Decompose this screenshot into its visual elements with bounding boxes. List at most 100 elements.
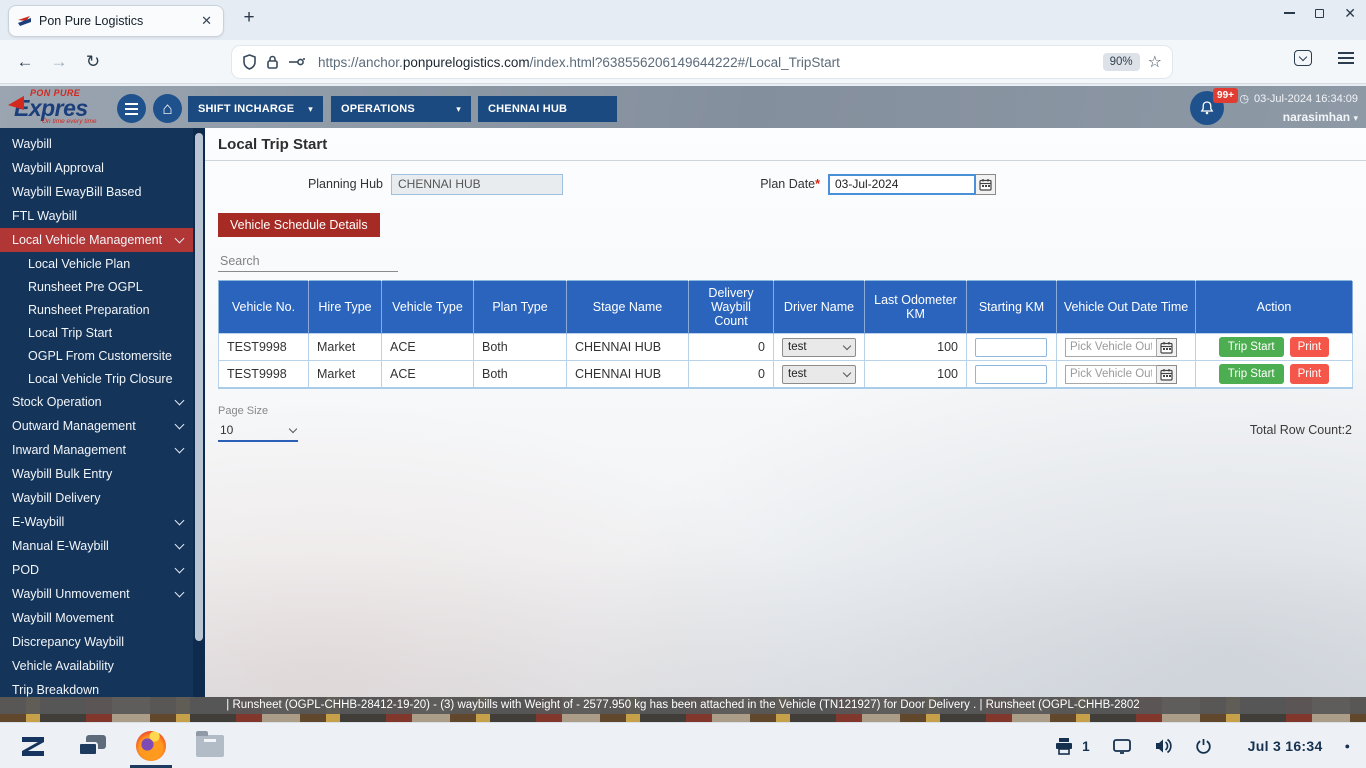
driver-select[interactable]: test bbox=[782, 365, 856, 384]
window-close-icon[interactable]: ✕ bbox=[1344, 8, 1356, 18]
driver-select[interactable]: test bbox=[782, 338, 856, 357]
url-bar[interactable]: https://anchor.ponpurelogistics.com/inde… bbox=[232, 46, 1172, 78]
sidebar-item-outward-management[interactable]: Outward Management bbox=[0, 414, 193, 438]
sidebar-item-discrepancy-waybill[interactable]: Discrepancy Waybill bbox=[0, 630, 193, 654]
sidebar-item-local-trip-start[interactable]: Local Trip Start bbox=[0, 321, 193, 344]
vehicle-out-datetime-input[interactable] bbox=[1065, 365, 1157, 384]
sidebar-item-local-vehicle-management[interactable]: Local Vehicle Management bbox=[0, 228, 193, 252]
sidebar-item-runsheet-pre-ogpl[interactable]: Runsheet Pre OGPL bbox=[0, 275, 193, 298]
sidebar-item-runsheet-preparation[interactable]: Runsheet Preparation bbox=[0, 298, 193, 321]
col-delivery-waybill-count: Delivery Waybill Count bbox=[689, 281, 774, 334]
bookmark-star-icon[interactable]: ☆ bbox=[1148, 52, 1162, 72]
window-minimize-icon[interactable] bbox=[1284, 12, 1295, 14]
trip-start-button[interactable]: Trip Start bbox=[1219, 337, 1284, 357]
sidebar-scrollbar-thumb[interactable] bbox=[195, 133, 203, 641]
sidebar-scrollbar[interactable] bbox=[193, 128, 205, 697]
favicon-pon-pure-icon bbox=[17, 14, 32, 29]
display-icon[interactable] bbox=[1112, 738, 1132, 754]
sidebar-item-ftl-waybill[interactable]: FTL Waybill bbox=[0, 204, 193, 228]
role-dropdown[interactable]: SHIFT INCHARGE▾ bbox=[188, 96, 323, 122]
starting-km-input[interactable] bbox=[975, 338, 1047, 357]
zorin-menu-icon[interactable] bbox=[18, 731, 48, 761]
sidebar-item-waybill-approval[interactable]: Waybill Approval bbox=[0, 156, 193, 180]
main-content: Local Trip Start Planning Hub Plan Date*… bbox=[205, 128, 1366, 697]
clock-icon: ◷ bbox=[1239, 92, 1249, 105]
sidebar-item-inward-management[interactable]: Inward Management bbox=[0, 438, 193, 462]
calendar-icon bbox=[979, 178, 992, 191]
browser-tab[interactable]: Pon Pure Logistics ✕ bbox=[8, 5, 224, 37]
page-title-bar: Local Trip Start bbox=[205, 128, 1366, 161]
sidebar-item-manual-e-waybill[interactable]: Manual E-Waybill bbox=[0, 534, 193, 558]
sidebar-item-trip-breakdown[interactable]: Trip Breakdown bbox=[0, 678, 193, 697]
page-size-select[interactable]: 10 bbox=[218, 420, 298, 442]
shield-icon[interactable] bbox=[242, 54, 257, 70]
chevron-down-icon bbox=[175, 443, 185, 453]
notification-dot: ● bbox=[1345, 741, 1350, 751]
forward-icon[interactable]: → bbox=[42, 52, 76, 72]
file-manager-icon[interactable] bbox=[196, 735, 224, 757]
sidebar-item-stock-operation[interactable]: Stock Operation bbox=[0, 390, 193, 414]
sidebar-item-waybill-bulk-entry[interactable]: Waybill Bulk Entry bbox=[0, 462, 193, 486]
pocket-icon[interactable] bbox=[1294, 50, 1312, 66]
hub-box[interactable]: CHENNAI HUB bbox=[478, 96, 617, 122]
zoom-level-badge[interactable]: 90% bbox=[1103, 53, 1140, 71]
plan-date-field[interactable] bbox=[828, 174, 976, 195]
sidebar-item-e-waybill[interactable]: E-Waybill bbox=[0, 510, 193, 534]
power-icon[interactable] bbox=[1195, 738, 1212, 755]
col-starting-km: Starting KM bbox=[967, 281, 1057, 334]
tab-close-icon[interactable]: ✕ bbox=[198, 13, 215, 29]
total-row-count: Total Row Count:2 bbox=[1250, 423, 1352, 437]
sidebar-item-waybill-delivery[interactable]: Waybill Delivery bbox=[0, 486, 193, 510]
page-size-label: Page Size bbox=[218, 405, 1352, 417]
home-button[interactable]: ⌂ bbox=[153, 94, 182, 123]
lock-icon[interactable] bbox=[266, 54, 279, 70]
search-input[interactable] bbox=[218, 251, 398, 272]
trip-start-button[interactable]: Trip Start bbox=[1219, 364, 1284, 384]
back-icon[interactable]: ← bbox=[8, 52, 42, 72]
print-button[interactable]: Print bbox=[1290, 364, 1330, 384]
printer-icon[interactable] bbox=[1054, 737, 1074, 755]
window-restore-icon[interactable] bbox=[1315, 9, 1324, 18]
sidebar-item-waybill[interactable]: Waybill bbox=[0, 132, 193, 156]
table-header-row: Vehicle No. Hire Type Vehicle Type Plan … bbox=[219, 281, 1353, 334]
sidebar-item-waybill-movement[interactable]: Waybill Movement bbox=[0, 606, 193, 630]
menu-toggle-button[interactable] bbox=[117, 94, 146, 123]
permissions-icon[interactable] bbox=[288, 56, 306, 68]
printer-job-count: 1 bbox=[1082, 739, 1090, 754]
cell-last-odometer-km: 100 bbox=[865, 334, 967, 361]
vehicle-out-datetime-input[interactable] bbox=[1065, 338, 1157, 357]
new-tab-button[interactable]: + bbox=[236, 7, 262, 29]
reload-icon[interactable]: ↻ bbox=[76, 52, 110, 72]
sidebar-item-local-vehicle-plan[interactable]: Local Vehicle Plan bbox=[0, 252, 193, 275]
browser-menu-icon[interactable] bbox=[1338, 52, 1354, 64]
sidebar-item-waybill-unmovement[interactable]: Waybill Unmovement bbox=[0, 582, 193, 606]
volume-icon[interactable] bbox=[1154, 738, 1173, 754]
cell-delivery-waybill-count: 0 bbox=[689, 361, 774, 389]
col-hire-type: Hire Type bbox=[309, 281, 382, 334]
cell-vehicle-no: TEST9998 bbox=[219, 361, 309, 389]
sidebar-item-pod[interactable]: POD bbox=[0, 558, 193, 582]
taskbar: 1 Jul 3 16:34 ● bbox=[0, 722, 1366, 768]
user-menu[interactable]: narasimhan ▾ bbox=[1283, 110, 1358, 124]
sidebar-item-ogpl-from-customersite[interactable]: OGPL From Customersite bbox=[0, 344, 193, 367]
sidebar-nav: Waybill Waybill Approval Waybill EwayBil… bbox=[0, 128, 205, 697]
sidebar-item-local-vehicle-trip-closure[interactable]: Local Vehicle Trip Closure bbox=[0, 367, 193, 390]
plan-date-calendar-button[interactable] bbox=[976, 174, 996, 195]
chevron-down-icon bbox=[175, 563, 185, 573]
firefox-taskbar-item[interactable] bbox=[136, 723, 166, 768]
taskbar-clock[interactable]: Jul 3 16:34 bbox=[1248, 738, 1323, 754]
planning-hub-field[interactable] bbox=[391, 174, 563, 195]
url-text[interactable]: https://anchor.ponpurelogistics.com/inde… bbox=[318, 55, 1095, 70]
print-button[interactable]: Print bbox=[1290, 337, 1330, 357]
starting-km-input[interactable] bbox=[975, 365, 1047, 384]
vehicle-out-calendar-button[interactable] bbox=[1157, 338, 1177, 357]
window-switcher-icon[interactable] bbox=[78, 735, 106, 757]
chevron-down-icon bbox=[289, 425, 297, 433]
sidebar-item-waybill-ewaybill-based[interactable]: Waybill EwayBill Based bbox=[0, 180, 193, 204]
chevron-down-icon bbox=[843, 369, 851, 377]
department-dropdown[interactable]: OPERATIONS▾ bbox=[331, 96, 471, 122]
vehicle-out-calendar-button[interactable] bbox=[1157, 365, 1177, 384]
sidebar-item-vehicle-availability[interactable]: Vehicle Availability bbox=[0, 654, 193, 678]
vehicle-schedule-table: Vehicle No. Hire Type Vehicle Type Plan … bbox=[218, 280, 1353, 389]
vehicle-schedule-details-tab[interactable]: Vehicle Schedule Details bbox=[218, 213, 380, 237]
